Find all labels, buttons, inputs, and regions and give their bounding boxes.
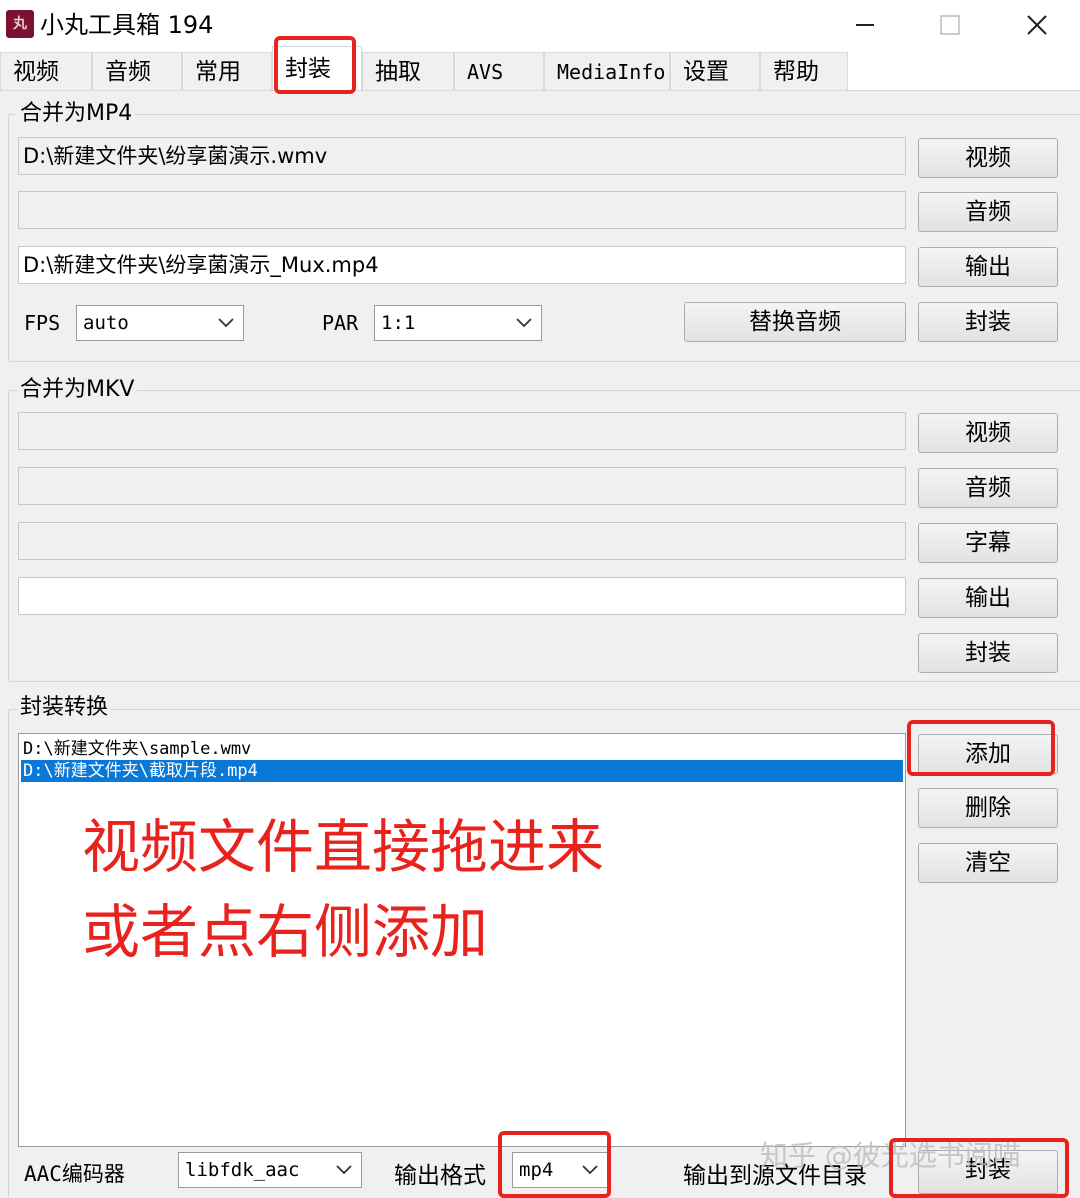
mkv-mux-button[interactable]: 封装 bbox=[918, 633, 1058, 673]
mp4-video-path-field[interactable]: D:\新建文件夹\纷享菌演示.wmv bbox=[18, 137, 906, 175]
tab-avs[interactable]: AVS bbox=[454, 52, 544, 90]
aac-encoder-value: libfdk_aac bbox=[185, 1159, 300, 1181]
clear-button[interactable]: 清空 bbox=[918, 843, 1058, 883]
output-format-label: 输出格式 bbox=[394, 1163, 486, 1189]
chevron-down-icon bbox=[515, 306, 533, 340]
fps-select-value: auto bbox=[83, 312, 129, 334]
close-icon bbox=[1027, 15, 1047, 35]
tab-settings[interactable]: 设置 bbox=[670, 52, 760, 90]
mkv-output-path-field[interactable] bbox=[18, 577, 906, 615]
instruction-text-line1: 视频文件直接拖进来 bbox=[82, 813, 605, 881]
tab-bar: 视频 音频 常用 封装 抽取 AVS MediaInfo 设置 帮助 bbox=[0, 46, 1080, 92]
list-item-selected[interactable]: D:\新建文件夹\截取片段.mp4 bbox=[21, 760, 903, 782]
mkv-video-path-field[interactable] bbox=[18, 412, 906, 450]
title-bar: 丸 小丸工具箱 194 bbox=[0, 0, 1080, 50]
highlight-box-add-button bbox=[907, 720, 1055, 776]
tab-mediainfo[interactable]: MediaInfo bbox=[544, 52, 670, 90]
list-item[interactable]: D:\新建文件夹\sample.wmv bbox=[21, 738, 903, 760]
chevron-down-icon bbox=[217, 306, 235, 340]
app-icon: 丸 bbox=[6, 10, 34, 38]
mkv-audio-button[interactable]: 音频 bbox=[918, 468, 1058, 508]
tab-help[interactable]: 帮助 bbox=[760, 52, 848, 90]
delete-button[interactable]: 删除 bbox=[918, 788, 1058, 828]
tab-video[interactable]: 视频 bbox=[0, 52, 92, 90]
par-select[interactable]: 1:1 bbox=[374, 305, 542, 341]
fps-select[interactable]: auto bbox=[76, 305, 244, 341]
par-select-value: 1:1 bbox=[381, 312, 416, 334]
mp4-audio-path-field[interactable] bbox=[18, 191, 906, 229]
maximize-button[interactable] bbox=[905, 0, 995, 50]
mp4-video-button[interactable]: 视频 bbox=[918, 138, 1058, 178]
maximize-icon bbox=[940, 15, 960, 35]
mkv-subtitle-path-field[interactable] bbox=[18, 522, 906, 560]
instruction-text-line2: 或者点右侧添加 bbox=[82, 898, 489, 966]
aac-encoder-select[interactable]: libfdk_aac bbox=[178, 1152, 362, 1188]
highlight-box-format bbox=[498, 1131, 611, 1198]
chevron-down-icon bbox=[335, 1153, 353, 1187]
mkv-subtitle-button[interactable]: 字幕 bbox=[918, 523, 1058, 563]
highlight-box-mux-tab bbox=[274, 36, 356, 94]
mkv-group-label: 合并为MKV bbox=[17, 376, 138, 404]
window-title: 小丸工具箱 194 bbox=[40, 11, 214, 39]
minimize-button[interactable] bbox=[820, 0, 910, 50]
par-label: PAR bbox=[322, 311, 359, 335]
mkv-audio-path-field[interactable] bbox=[18, 467, 906, 505]
tab-extract[interactable]: 抽取 bbox=[362, 52, 454, 90]
mp4-mux-button[interactable]: 封装 bbox=[918, 302, 1058, 342]
mkv-video-button[interactable]: 视频 bbox=[918, 413, 1058, 453]
mp4-group-label: 合并为MP4 bbox=[17, 100, 136, 128]
tab-common[interactable]: 常用 bbox=[182, 52, 272, 90]
aac-encoder-label: AAC编码器 bbox=[24, 1162, 125, 1186]
highlight-box-convert-mux bbox=[889, 1138, 1069, 1198]
close-button[interactable] bbox=[992, 0, 1080, 50]
fps-label: FPS bbox=[24, 311, 61, 335]
replace-audio-button[interactable]: 替换音频 bbox=[684, 302, 906, 342]
mp4-output-path-field[interactable]: D:\新建文件夹\纷享菌演示_Mux.mp4 bbox=[18, 246, 906, 284]
tab-audio[interactable]: 音频 bbox=[92, 52, 182, 90]
mkv-output-button[interactable]: 输出 bbox=[918, 578, 1058, 618]
convert-group-label: 封装转换 bbox=[17, 694, 112, 722]
mp4-output-button[interactable]: 输出 bbox=[918, 247, 1058, 287]
mp4-audio-button[interactable]: 音频 bbox=[918, 192, 1058, 232]
minimize-icon bbox=[856, 24, 874, 26]
